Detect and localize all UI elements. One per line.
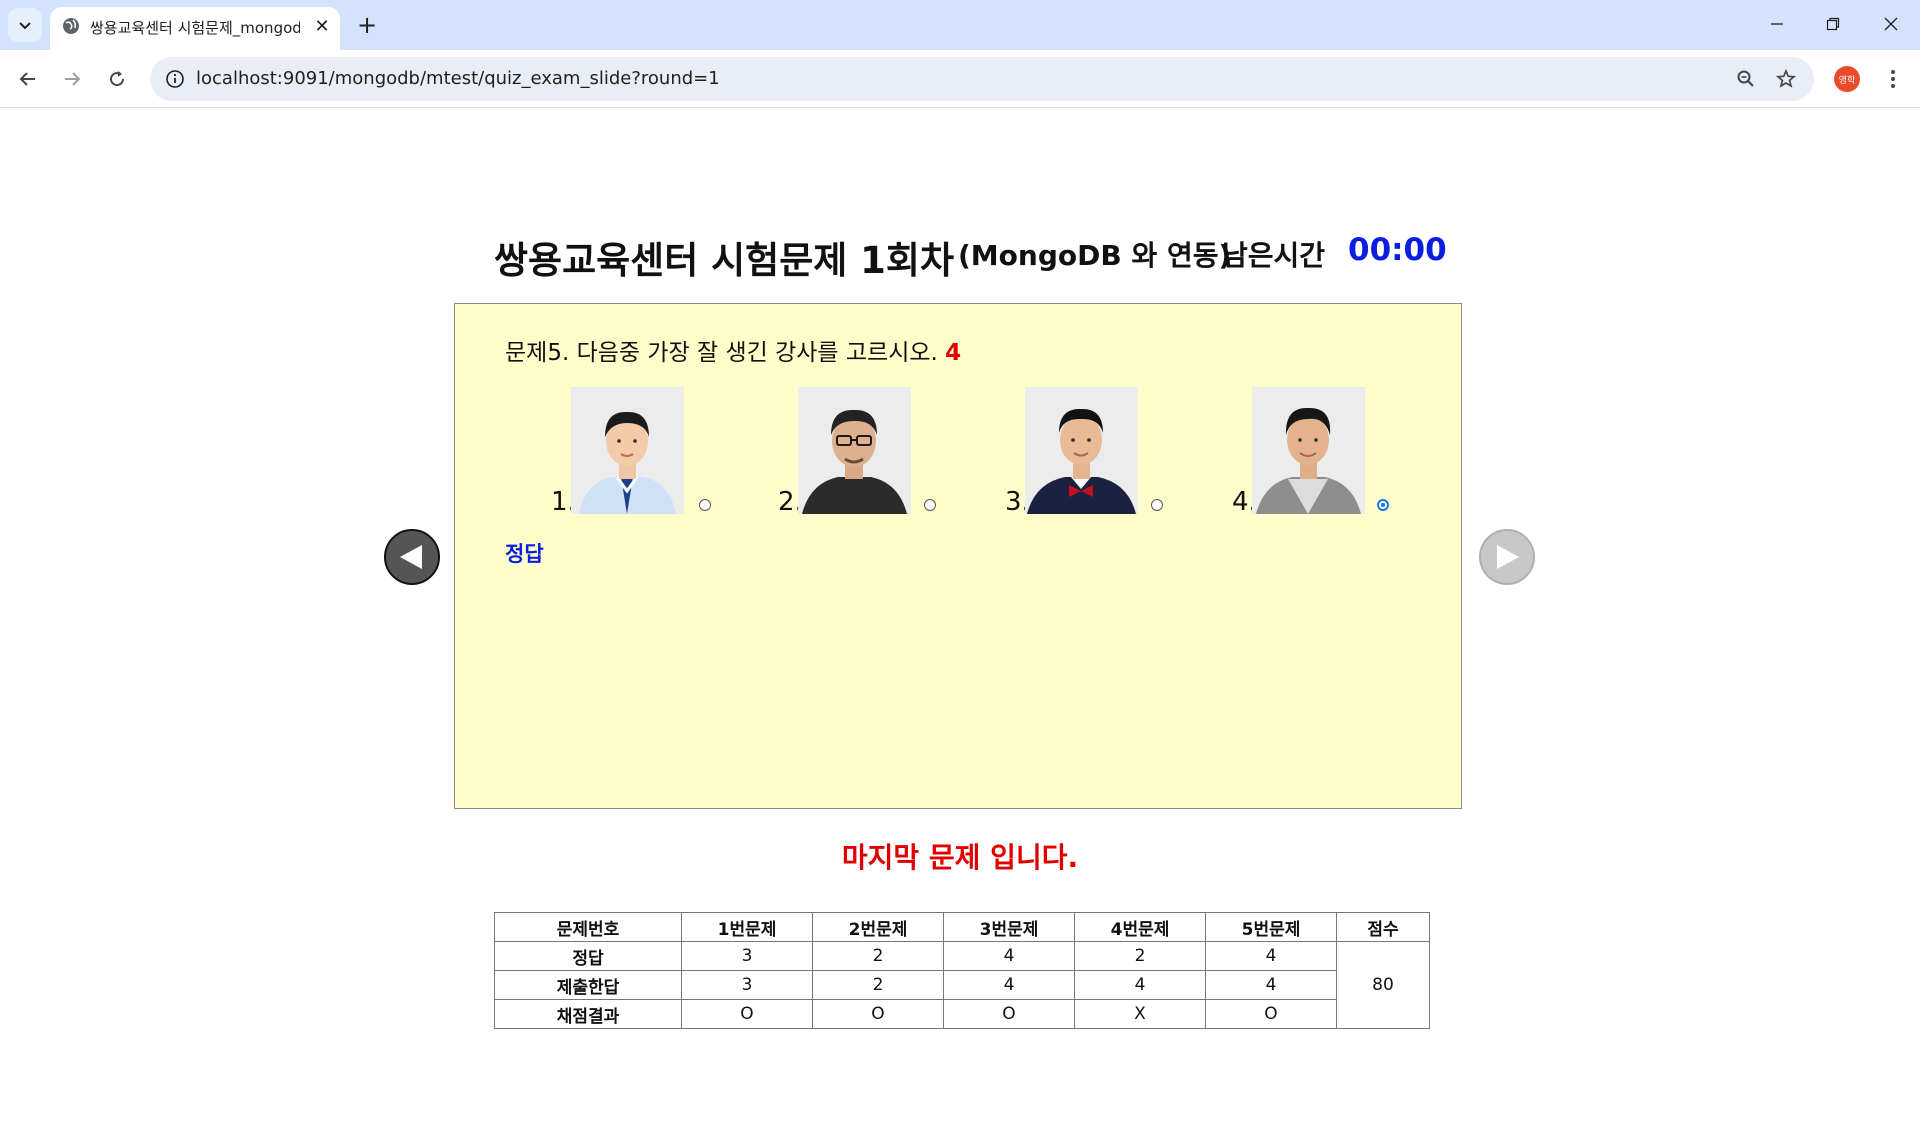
row-label: 정답 [494,941,682,971]
zoom-icon[interactable] [1732,65,1760,93]
table-cell: 4 [943,970,1075,1000]
close-tab-icon[interactable]: ✕ [310,14,334,38]
table-row: 정답 3 2 4 2 4 80 [494,941,1430,1029]
table-cell: O [1205,999,1337,1029]
selected-answer-number: 4 [945,340,962,366]
exam-title: 쌍용교육센터 시험문제 1회차 [494,239,954,282]
site-info-icon[interactable] [164,68,186,90]
triangle-right-icon [1497,545,1519,569]
quiz-panel: 문제5. 다음중 가장 잘 생긴 강사를 고르시오. 4 1. 2. 3. 4.… [454,303,1462,809]
reload-button[interactable] [99,61,135,97]
reload-icon [110,71,125,87]
question-prompt: 문제5. 다음중 가장 잘 생긴 강사를 고르시오. [505,340,938,366]
answer-label: 정답 [505,542,544,566]
restore-icon[interactable] [1810,4,1856,44]
time-remaining-label: 남은시간 [1222,239,1326,272]
instructor-photo-3 [1025,387,1138,514]
table-row: 채점결과 O O O X O [494,999,1430,1029]
profile-avatar[interactable]: 영학 [1834,66,1860,92]
url-text[interactable]: localhost:9091/mongodb/mtest/quiz_exam_s… [196,68,720,89]
table-cell: O [943,999,1075,1029]
table-cell: O [812,999,944,1029]
table-cell: X [1074,999,1206,1029]
option-3: 3. [1005,387,1165,517]
table-cell: 2 [812,970,944,1000]
score-table: 문제번호 1번문제 2번문제 3번문제 4번문제 5번문제 점수 정답 3 2 … [494,912,1430,1029]
tab-title: 쌍용교육센터 시험문제_mongodb [90,19,300,37]
arrow-left-icon [19,72,35,86]
tab-search-button[interactable] [8,8,42,42]
globe-icon [63,18,79,34]
browser-tab[interactable]: 쌍용교육센터 시험문제_mongodb ✕ [50,7,340,50]
score-value: 80 [1336,941,1430,1029]
last-question-message: 마지막 문제 입니다. [841,841,1079,874]
next-question-button[interactable] [1479,529,1535,585]
triangle-left-icon [400,545,422,569]
more-menu-icon[interactable] [1878,62,1908,96]
table-row: 제출한답 3 2 4 4 4 [494,970,1430,1000]
instructor-photo-1 [571,387,684,514]
option-2-radio[interactable] [924,499,936,511]
new-tab-button[interactable]: + [352,10,382,40]
option-3-radio[interactable] [1151,499,1163,511]
table-cell: O [681,999,813,1029]
instructor-photo-2 [798,387,911,514]
forward-button[interactable] [54,61,90,97]
table-header: 4번문제 [1074,912,1206,942]
table-cell: 4 [1205,941,1337,971]
minimize-icon[interactable] [1754,4,1800,44]
table-header-row: 문제번호 1번문제 2번문제 3번문제 4번문제 5번문제 점수 [494,912,1430,942]
chevron-down-icon [19,22,31,30]
table-header: 점수 [1336,912,1430,942]
option-4-radio[interactable] [1377,499,1389,511]
table-header: 5번문제 [1205,912,1337,942]
option-4: 4. [1232,387,1392,517]
back-button[interactable] [10,61,46,97]
table-cell: 2 [1074,941,1206,971]
exam-subtitle: (MongoDB 와 연동) [958,239,1232,272]
bookmark-star-icon[interactable] [1772,65,1800,93]
table-cell: 4 [1205,970,1337,1000]
close-window-icon[interactable] [1868,4,1914,44]
row-label: 채점결과 [494,999,682,1029]
option-2: 2. [778,387,938,517]
table-header: 1번문제 [681,912,813,942]
table-header: 3번문제 [943,912,1075,942]
table-header: 문제번호 [494,912,682,942]
table-header: 2번문제 [812,912,944,942]
table-cell: 2 [812,941,944,971]
time-remaining-value: 00:00 [1348,232,1447,268]
table-cell: 3 [681,970,813,1000]
option-1-radio[interactable] [699,499,711,511]
instructor-photo-4 [1252,387,1365,514]
table-cell: 3 [681,941,813,971]
option-1: 1. [551,387,711,517]
table-cell: 4 [1074,970,1206,1000]
row-label: 제출한답 [494,970,682,1000]
arrow-right-icon [65,72,81,86]
prev-question-button[interactable] [384,529,440,585]
table-cell: 4 [943,941,1075,971]
question-text: 문제5. 다음중 가장 잘 생긴 강사를 고르시오. 4 [505,333,961,367]
address-bar[interactable]: localhost:9091/mongodb/mtest/quiz_exam_s… [150,57,1814,101]
